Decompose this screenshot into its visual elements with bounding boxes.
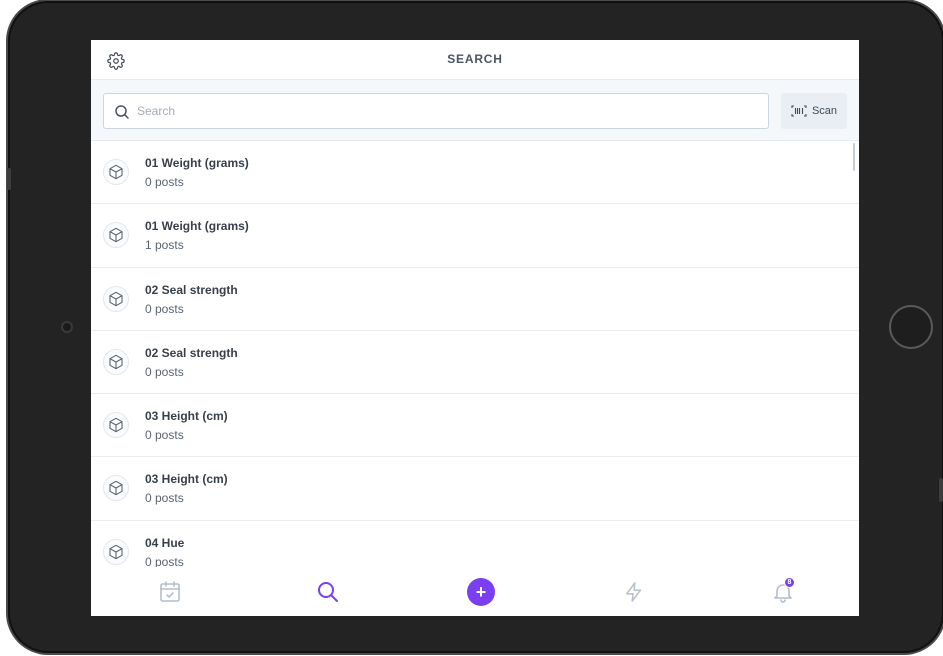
item-post-count: 0 posts bbox=[145, 364, 184, 379]
item-title: 03 Height (cm) bbox=[145, 472, 228, 487]
cube-icon bbox=[103, 475, 129, 502]
cube-icon bbox=[103, 285, 129, 312]
list-item[interactable]: 01 Weight (grams) 1 posts bbox=[91, 204, 859, 268]
search-field[interactable] bbox=[103, 93, 769, 129]
list-item[interactable]: 03 Height (cm) 0 posts bbox=[91, 457, 859, 521]
search-input[interactable] bbox=[137, 101, 757, 121]
scrollbar[interactable] bbox=[853, 143, 855, 171]
search-icon bbox=[114, 104, 130, 120]
tab-activity[interactable] bbox=[619, 577, 649, 607]
list-item[interactable]: 01 Weight (grams) 0 posts bbox=[91, 141, 859, 205]
results-list[interactable]: 01 Weight (grams) 0 posts 01 Weight (gra… bbox=[91, 140, 859, 567]
top-bar: SEARCH bbox=[91, 40, 859, 80]
item-title: 02 Seal strength bbox=[145, 345, 238, 360]
cube-icon bbox=[103, 348, 129, 375]
item-title: 01 Weight (grams) bbox=[145, 156, 249, 170]
lightning-icon bbox=[625, 582, 642, 602]
item-title: 03 Height (cm) bbox=[145, 409, 228, 424]
list-item[interactable]: 02 Seal strength 0 posts bbox=[91, 331, 859, 395]
list-item[interactable]: 02 Seal strength 0 posts bbox=[91, 268, 859, 331]
tab-tasks[interactable] bbox=[155, 577, 185, 607]
side-button bbox=[939, 478, 943, 502]
item-title: 01 Weight (grams) bbox=[145, 219, 249, 234]
cube-icon bbox=[103, 538, 129, 565]
cube-icon bbox=[103, 159, 129, 185]
page-title: SEARCH bbox=[447, 52, 503, 66]
plus-icon: + bbox=[467, 578, 495, 606]
camera-icon bbox=[61, 321, 73, 333]
scan-label: Scan bbox=[811, 105, 838, 117]
home-button[interactable] bbox=[889, 305, 933, 349]
tab-notifications[interactable]: 8 bbox=[768, 577, 798, 607]
item-post-count: 0 posts bbox=[145, 301, 184, 316]
item-post-count: 0 posts bbox=[145, 554, 184, 567]
tab-search[interactable] bbox=[313, 577, 343, 607]
bottom-tab-bar: + 8 bbox=[91, 567, 859, 616]
item-post-count: 1 posts bbox=[145, 238, 184, 253]
notification-badge: 8 bbox=[784, 577, 795, 588]
item-post-count: 0 posts bbox=[145, 175, 184, 189]
cube-icon bbox=[103, 412, 129, 439]
search-icon bbox=[318, 582, 338, 602]
list-item[interactable]: 03 Height (cm) 0 posts bbox=[91, 394, 859, 458]
barcode-icon bbox=[791, 105, 807, 117]
calendar-check-icon bbox=[160, 581, 180, 602]
tab-add[interactable]: + bbox=[466, 577, 496, 607]
item-title: 04 Hue bbox=[145, 535, 185, 550]
scan-button[interactable]: Scan bbox=[781, 93, 847, 129]
item-post-count: 0 posts bbox=[145, 428, 184, 443]
list-item[interactable]: 04 Hue 0 posts bbox=[91, 521, 859, 567]
item-title: 02 Seal strength bbox=[145, 282, 238, 297]
app-screen: SEARCH Scan bbox=[91, 40, 859, 616]
volume-button bbox=[7, 168, 11, 190]
cube-icon bbox=[103, 222, 129, 249]
item-post-count: 0 posts bbox=[145, 491, 184, 506]
